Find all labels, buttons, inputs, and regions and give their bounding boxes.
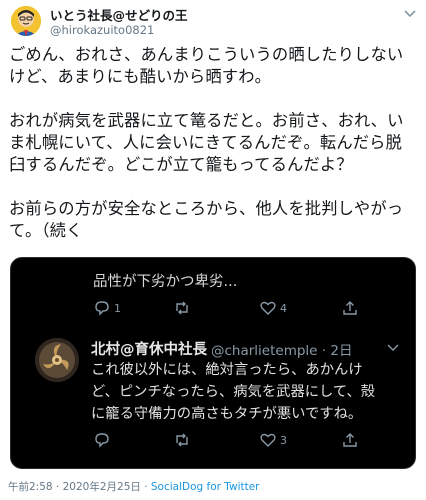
tweet-time[interactable]: 午前2:58 — [8, 481, 53, 493]
tweet-text: ごめん、おれさ、あんまりこういうの晒したりしない けど、あまりにも酷いから晒すわ… — [9, 44, 421, 242]
retweet-button[interactable] — [173, 430, 194, 450]
reply-text: これ彼以外には、絶対言ったら、あかんけ ど、ピンチなったら、病気を武器にして、殻… — [91, 359, 409, 425]
reply-count: 1 — [114, 301, 121, 315]
embedded-screenshot[interactable]: 品性が下劣かつ卑劣... 1 4 北村@育休中社長 @charlietemple… — [10, 257, 416, 469]
tweet-metadata: 午前2:58 · 2020年2月25日 · SocialDog for Twit… — [8, 479, 260, 494]
chevron-down-icon[interactable] — [387, 344, 399, 352]
chevron-down-icon[interactable] — [402, 8, 418, 20]
reply-icon — [95, 433, 109, 448]
retweet-icon — [176, 301, 188, 315]
author-avatar[interactable] — [11, 6, 41, 36]
tweet-date[interactable]: 2020年2月25日 — [63, 481, 141, 493]
separator: · — [140, 481, 151, 493]
avatar-illustration-icon — [11, 6, 41, 36]
reply-line: これ彼以外には、絶対言ったら、あかんけ — [91, 362, 363, 378]
reply-button[interactable]: 1 — [93, 298, 121, 318]
tweet-line: て。（続く — [9, 221, 83, 240]
like-button[interactable]: 4 — [259, 298, 287, 318]
share-button[interactable] — [341, 430, 359, 450]
share-button[interactable] — [341, 298, 359, 318]
action-bar-top: 1 4 — [11, 298, 415, 318]
author-handle[interactable]: @hirokazuito0821 — [50, 23, 154, 37]
action-bar-bottom: 3 — [11, 430, 415, 450]
triskelion-avatar-icon — [35, 338, 79, 382]
author-name[interactable]: いとう社長@せどりの王 — [50, 5, 188, 24]
quoted-text: 品性が下劣かつ卑劣... — [93, 274, 238, 290]
tweet-line: ごめん、おれさ、あんまりこういうの晒したりしない — [9, 45, 404, 64]
reply-button[interactable] — [93, 430, 114, 450]
like-count: 3 — [280, 433, 287, 447]
reply-author-name[interactable]: 北村@育休中社長 — [91, 338, 207, 359]
tweet-line: お前らの方が安全なところから、他人を批判しやがっ — [9, 199, 404, 218]
retweet-button[interactable] — [173, 298, 194, 318]
retweet-icon — [176, 433, 188, 447]
share-icon — [343, 301, 357, 315]
heart-icon — [260, 301, 276, 315]
reply-author-avatar[interactable] — [35, 338, 79, 382]
heart-icon — [260, 433, 276, 447]
like-button[interactable]: 3 — [259, 430, 287, 450]
reply-line: に籠る守備力の高さもタチが悪いですね。 — [91, 406, 363, 422]
tweet-card: いとう社長@せどりの王 @hirokazuito0821 ごめん、おれさ、あんま… — [0, 0, 426, 500]
tweet-line: おれが病気を武器に立て篭るだと。お前さ、おれ、い — [9, 111, 404, 130]
reply-author-handle[interactable]: @charlietemple · 2日 — [211, 339, 352, 359]
tweet-line: ま札幌にいて、人に会いにきてるんだぞ。転んだら脱 — [9, 133, 403, 152]
tweet-line: 臼するんだぞ。どこが立て籠もってるんだよ？ — [9, 155, 353, 174]
share-icon — [343, 433, 357, 447]
reply-line: ど、ピンチなったら、病気を武器にして、殻 — [91, 384, 376, 400]
reply-icon — [95, 301, 109, 316]
like-count: 4 — [280, 301, 287, 315]
separator: · — [52, 481, 63, 493]
source-link[interactable]: SocialDog for Twitter — [151, 481, 260, 493]
tweet-line: けど、あまりにも酷いから晒すわ。 — [9, 67, 272, 86]
